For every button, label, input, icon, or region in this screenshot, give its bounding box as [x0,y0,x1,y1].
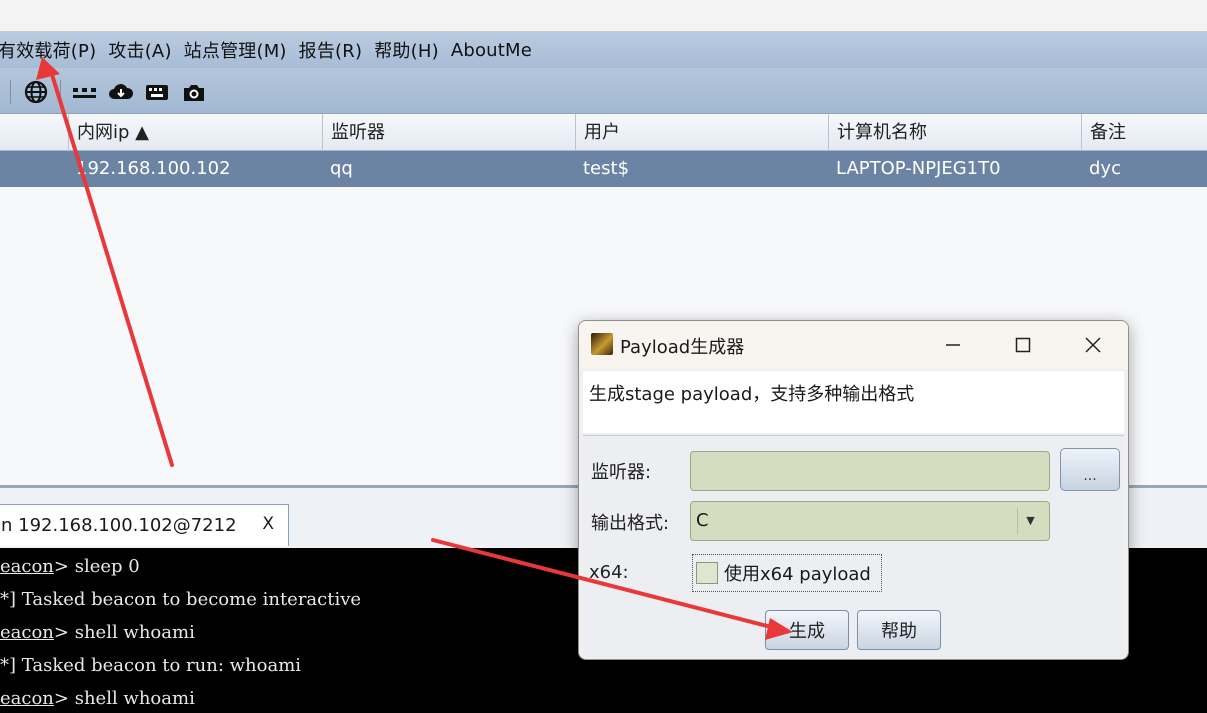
menu-reports[interactable]: 报告(R) [293,37,369,63]
camera-icon[interactable] [181,80,207,109]
tab-label: n 192.168.100.102@7212 [1,515,237,536]
column-header-computer-name[interactable]: 计算机名称 [828,114,1081,151]
menu-site-management[interactable]: 站点管理(M) [178,37,293,63]
cell-computer-name: LAPTOP-NPJEG1T0 [836,158,1001,179]
output-format-label: 输出格式: [591,513,670,534]
x64-checkbox[interactable] [696,562,718,584]
listener-browse-button[interactable]: ... [1060,448,1120,491]
help-button[interactable]: 帮助 [857,610,941,650]
console-line: eacon> shell whoami [0,688,195,709]
close-button[interactable] [1073,329,1113,361]
column-header-user[interactable]: 用户 [575,114,828,151]
keyboard-icon[interactable] [144,80,170,109]
console-line: eacon> shell whoami [0,622,195,643]
maximize-button[interactable] [1003,329,1043,361]
x64-checkbox-label: 使用x64 payload [724,564,871,585]
console-line: *] Tasked beacon to run: whoami [0,655,302,676]
cell-listener: qq [330,158,353,179]
menu-attack[interactable]: 攻击(A) [102,37,177,63]
tab-close-button[interactable]: X [262,514,274,534]
output-format-value: C [696,510,709,531]
table-header: 内网ip ▲ 监听器 用户 计算机名称 备注 [0,114,1207,151]
console-line: eacon> sleep 0 [0,556,140,577]
chevron-down-icon[interactable]: ▼ [1017,508,1043,534]
menu-bar: 有效载荷(P) 攻击(A) 站点管理(M) 报告(R) 帮助(H) AboutM… [0,32,1207,68]
column-header-internal-ip[interactable]: 内网ip ▲ [68,114,322,151]
toolbar [0,68,1207,114]
dialog-title: Payload生成器 [620,337,745,358]
cloud-download-icon[interactable] [108,80,134,109]
cell-user: test$ [583,158,630,179]
x64-checkbox-group[interactable]: 使用x64 payload [692,554,882,592]
toolbar-separator [10,80,11,104]
x64-label: x64: [589,562,629,583]
connections-icon[interactable] [72,80,98,109]
toolbar-separator [60,80,61,104]
cell-note: dyc [1089,158,1121,179]
generate-button[interactable]: 生成 [765,610,849,650]
menu-about-me[interactable]: AboutMe [445,40,538,61]
menu-payload[interactable]: 有效载荷(P) [0,37,102,63]
menu-help[interactable]: 帮助(H) [368,37,445,63]
listener-field[interactable] [690,451,1050,491]
window-top-strip [0,0,1207,32]
app-logo-icon [591,333,613,355]
column-header-listener[interactable]: 监听器 [322,114,575,151]
dialog-form: 监听器: ... 输出格式: C ▼ x64: 使用x64 payload 生成… [583,435,1124,657]
dialog-title-bar[interactable]: Payload生成器 [579,321,1128,369]
column-header-note[interactable]: 备注 [1081,114,1207,151]
output-format-select[interactable]: C ▼ [690,501,1050,541]
cell-internal-ip: 192.168.100.102 [76,158,231,179]
close-icon [1085,337,1101,353]
minimize-button[interactable] [933,329,973,361]
globe-icon[interactable] [24,80,48,109]
minimize-icon [946,344,960,346]
table-row[interactable]: 192.168.100.102 qq test$ LAPTOP-NPJEG1T0… [0,151,1207,187]
maximize-icon [1015,337,1031,353]
dialog-description: 生成stage payload，支持多种输出格式 [583,371,1124,433]
listener-label: 监听器: [591,462,652,483]
payload-generator-dialog: Payload生成器 生成stage payload，支持多种输出格式 监听器:… [578,320,1129,660]
console-line: *] Tasked beacon to become interactive [0,589,362,610]
tab-beacon-session[interactable]: n 192.168.100.102@7212 X [0,504,289,546]
